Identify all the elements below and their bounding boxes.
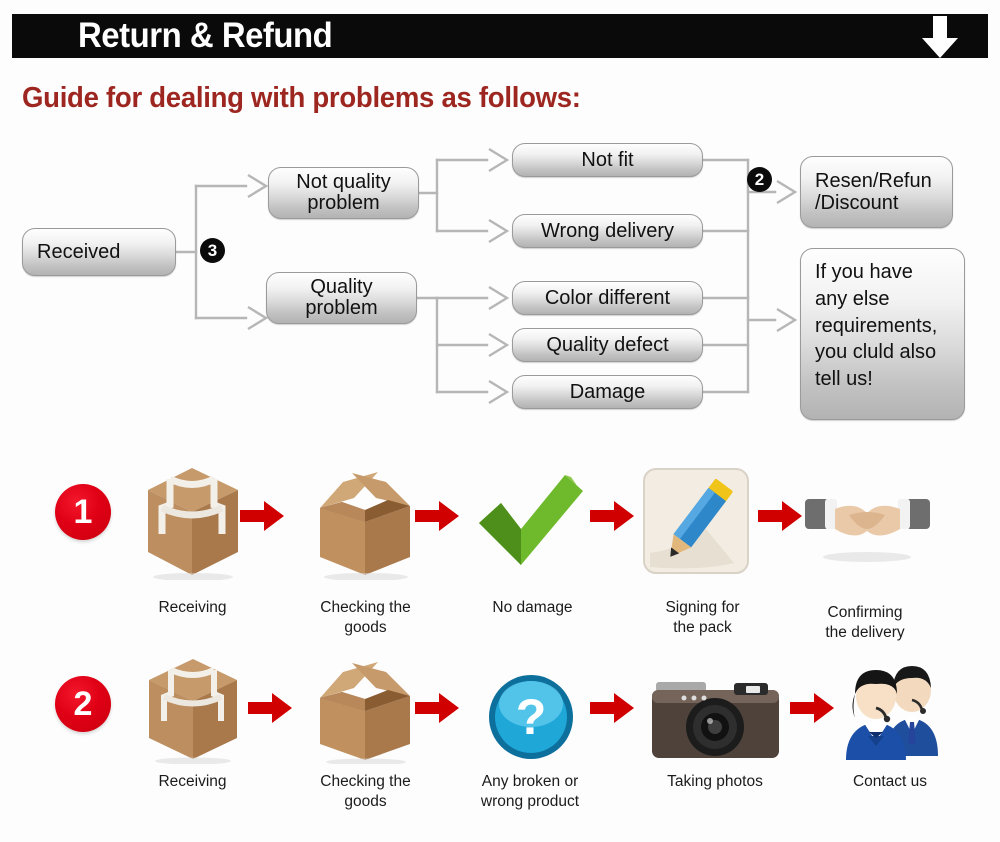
process-step-label: Confirming the delivery [825, 604, 905, 641]
process-step-label: No damage [492, 599, 573, 616]
process-step-label: Receiving [158, 773, 227, 790]
open-box-icon [310, 460, 420, 581]
red-arrow-icon [415, 693, 459, 723]
svg-text:?: ? [516, 689, 547, 745]
red-arrow-icon [790, 693, 834, 723]
red-arrow-icon [415, 501, 459, 531]
process-row-1-number: 1 [55, 484, 111, 540]
page-root: Return & Refund Guide for dealing with p… [0, 0, 1000, 841]
flow-node-received[interactable]: Received [22, 228, 176, 276]
flow-node-not-fit[interactable]: Not fit [512, 143, 703, 177]
flow-node-color-different[interactable]: Color different [512, 281, 703, 315]
red-arrow-icon [248, 693, 292, 723]
process-step-label: Taking photos [667, 773, 763, 790]
question-mark-icon: ? [488, 674, 574, 760]
camera-icon [648, 670, 783, 766]
red-arrow-icon [240, 501, 284, 531]
flow-badge-3: 3 [200, 238, 225, 263]
process-step-label: Any broken or wrong product [480, 773, 580, 810]
support-people-icon [838, 660, 948, 766]
flow-node-not-quality-problem[interactable]: Not quality problem [268, 167, 419, 219]
process-step-label: Checking the goods [320, 773, 411, 810]
process-row-2-number: 2 [55, 676, 111, 732]
flow-node-damage[interactable]: Damage [512, 375, 703, 409]
red-arrow-icon [590, 693, 634, 723]
closed-box-icon [140, 460, 245, 581]
flow-badge-2: 2 [747, 167, 772, 192]
red-arrow-icon [590, 501, 634, 531]
process-step-label: Signing for the pack [665, 599, 740, 636]
closed-box-icon [143, 652, 243, 765]
handshake-icon [805, 475, 930, 571]
open-box-icon [310, 652, 420, 766]
process-step-label: Receiving [158, 599, 227, 616]
flow-node-quality-problem[interactable]: Quality problem [266, 272, 417, 324]
green-check-icon [475, 467, 587, 577]
process-row-1: 1 Receiving Checking the goods No damage… [0, 455, 1000, 645]
flow-node-any-else-requirements[interactable]: If you have any else requirements, you c… [800, 248, 965, 420]
pencil-sign-icon [642, 467, 750, 575]
flow-node-resend-refund-discount[interactable]: Resen/Refun /Discount [800, 156, 953, 228]
flow-node-wrong-delivery[interactable]: Wrong delivery [512, 214, 703, 248]
process-row-2: 2 Receiving Checking the goods ? Any bro… [0, 652, 1000, 842]
flowchart: Received Not quality problem Quality pro… [0, 0, 1000, 430]
process-step-label: Checking the goods [320, 599, 411, 636]
process-step-label: Contact us [852, 773, 928, 790]
flow-node-quality-defect[interactable]: Quality defect [512, 328, 703, 362]
red-arrow-icon [758, 501, 802, 531]
